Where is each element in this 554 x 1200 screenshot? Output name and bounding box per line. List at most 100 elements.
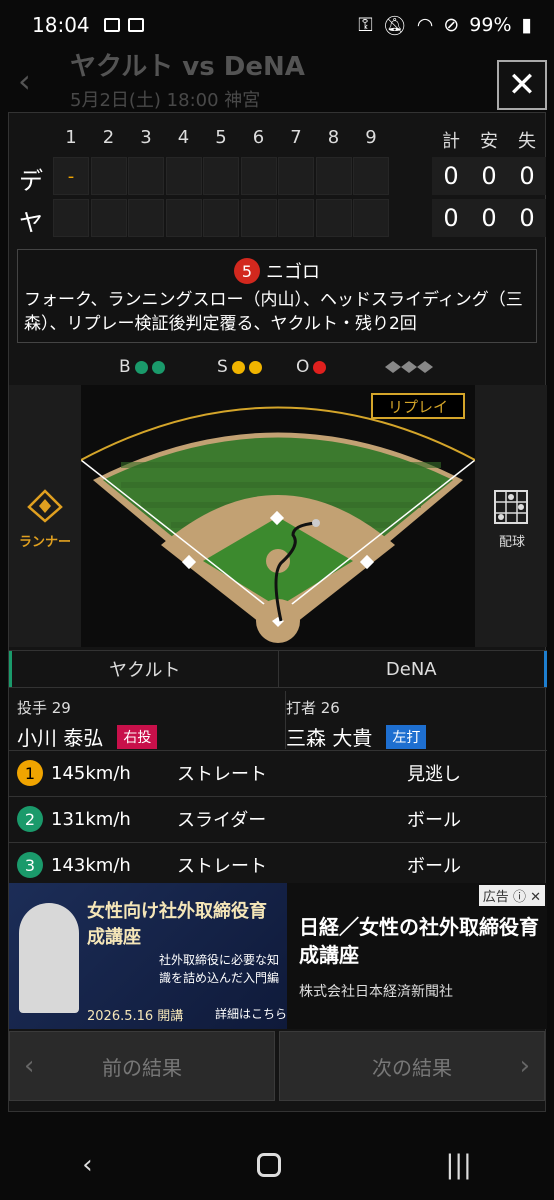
inning-score-cell <box>240 157 277 195</box>
status-time: 18:04 <box>32 13 90 37</box>
ad-banner-sub: 社外取締役に必要な知識を詰め込んだ入門編 <box>159 953 280 985</box>
total-header: 計 <box>442 131 460 152</box>
team-away[interactable]: DeNA <box>279 651 547 687</box>
inning-header: 4 <box>177 127 190 148</box>
pitch-chart-panel[interactable]: 配球 <box>475 385 547 647</box>
batter-info: 打者 26 三森 大貴 左打 <box>285 691 551 750</box>
pitch-type: ストレート <box>177 856 267 877</box>
batter-role: 打者 26 <box>286 699 340 717</box>
ball-dot <box>151 360 165 374</box>
inning-header: 1 <box>65 127 77 148</box>
inning-score-cell <box>315 199 352 237</box>
inning-header: 5 <box>215 127 227 148</box>
inning-score-cell <box>240 199 277 237</box>
total-header: 安 <box>480 131 498 152</box>
pitch-number-badge: 1 <box>17 760 43 786</box>
home-nav-icon[interactable] <box>257 1153 282 1177</box>
game-title: ヤクルト vs DeNA <box>70 52 305 82</box>
ad-banner-link[interactable]: 詳細はこちら <box>215 1005 287 1022</box>
pitcher-info: 投手 29 小川 泰弘 右投 <box>17 697 283 750</box>
inning-score-cell <box>128 199 164 237</box>
replay-badge: リプレイ <box>371 393 465 419</box>
next-result-button[interactable]: 次の結果 › <box>279 1031 545 1101</box>
pitcher-role: 投手 29 <box>17 699 71 717</box>
batter-name: 三森 大貴 <box>286 726 373 750</box>
total-cell: 0 <box>432 157 470 195</box>
wifi-icon: ◠ <box>416 14 434 36</box>
strike-count: S <box>217 357 262 377</box>
pitch-result: 見逃し <box>407 764 461 785</box>
scoreboard-team: ヤ <box>19 209 43 237</box>
inning-score-cell <box>278 157 314 195</box>
inning-score-cell: - <box>53 157 89 195</box>
total-header: 失 <box>518 131 536 152</box>
baseball-field <box>81 385 475 647</box>
background-header: ‹ ヤクルト vs DeNA 5月2日(土) 18:00 神宮 <box>0 40 554 120</box>
pitch-type: ストレート <box>177 764 267 785</box>
total-cell: 0 <box>432 199 470 237</box>
ad-person-image <box>19 903 79 1013</box>
strike-dot <box>248 360 262 374</box>
play-detail-modal: 123456789計安失デ-000ヤ000 5 ニゴロ フォーク、ランニングスロ… <box>8 112 547 1112</box>
battery-percent: 99% <box>469 14 512 36</box>
play-title: ニゴロ <box>266 262 320 283</box>
inning-score-cell <box>315 157 352 195</box>
ad-info-icon: ⓘ <box>512 890 526 905</box>
runner-panel[interactable]: ランナー <box>9 385 81 647</box>
play-summary: 5 ニゴロ フォーク、ランニングスロー（内山）、ヘッドスライディング（三森）、リ… <box>17 249 537 343</box>
inning-header: 7 <box>290 127 302 148</box>
back-arrow-icon[interactable]: ‹ <box>18 62 31 100</box>
team-home[interactable]: ヤクルト <box>9 651 279 687</box>
inning-score-cell <box>128 157 164 195</box>
ball-count: B <box>119 357 165 377</box>
ad-image[interactable]: 女性向け社外取締役育成講座 社外取締役に必要な知識を詰め込んだ入門編 2026.… <box>9 883 287 1029</box>
out-count: O <box>296 357 327 377</box>
pitch-row[interactable]: 1 145km/h ストレート 見逃し <box>9 750 547 795</box>
pitch-number-badge: 3 <box>17 852 43 878</box>
ad-company: 株式会社日本経済新聞社 <box>299 984 453 1000</box>
chevron-right-icon: › <box>519 1051 530 1081</box>
prev-result-button[interactable]: ‹ 前の結果 <box>9 1031 275 1101</box>
ad-headline[interactable]: 日経／女性の社外取締役育成講座 <box>299 913 539 969</box>
battery-icon: ▮ <box>521 14 532 36</box>
strike-dot <box>231 360 245 374</box>
pitch-chart-label: 配球 <box>499 535 526 550</box>
total-cell: 0 <box>508 199 546 237</box>
inning-score-cell <box>278 199 314 237</box>
total-cell: 0 <box>470 199 508 237</box>
chevron-left-icon: ‹ <box>24 1051 35 1081</box>
close-button[interactable]: ✕ <box>497 60 547 110</box>
inning-header: 2 <box>102 127 115 148</box>
inning-header: 9 <box>365 127 377 148</box>
ad-badge[interactable]: 広告 ⓘ ✕ <box>478 885 545 906</box>
inning-score-cell <box>90 157 127 195</box>
pitch-result: ボール <box>407 856 461 877</box>
inning-header: 6 <box>252 127 265 148</box>
pitch-speed: 131km/h <box>51 808 131 830</box>
lock-icon: ⚿ <box>358 14 373 36</box>
dnd-icon: ⊘ <box>443 14 460 36</box>
total-cell: 0 <box>470 157 508 195</box>
ad-close-icon[interactable]: ✕ <box>530 890 541 905</box>
inning-score-cell <box>165 157 202 195</box>
ad-banner-date: 2026.5.16 開講 <box>87 1009 184 1024</box>
inning-score-cell <box>90 199 127 237</box>
back-nav-icon[interactable]: ‹ <box>82 1150 92 1180</box>
scoreboard-team: デ <box>19 167 43 195</box>
bases-icon <box>385 361 433 373</box>
inning-score-cell <box>203 199 239 237</box>
app-notification-icon <box>127 18 144 32</box>
team-tabs: ヤクルト DeNA <box>9 650 547 688</box>
pitch-speed: 143km/h <box>51 854 131 876</box>
ad-banner[interactable]: 女性向け社外取締役育成講座 社外取締役に必要な知識を詰め込んだ入門編 2026.… <box>9 883 547 1029</box>
pitch-row[interactable]: 3 143km/h ストレート ボール <box>9 842 547 887</box>
inning-score-cell <box>353 157 389 195</box>
inning-badge: 5 <box>234 258 260 284</box>
mute-icon: 🔕︎ <box>382 14 407 37</box>
recents-nav-icon[interactable]: ||| <box>446 1150 472 1180</box>
system-navigation: ‹ ||| <box>0 1130 554 1200</box>
runner-diamond-icon <box>27 489 63 523</box>
out-dot <box>313 360 327 374</box>
inning-score-cell <box>165 199 202 237</box>
pitch-row[interactable]: 2 131km/h スライダー ボール <box>9 796 547 841</box>
